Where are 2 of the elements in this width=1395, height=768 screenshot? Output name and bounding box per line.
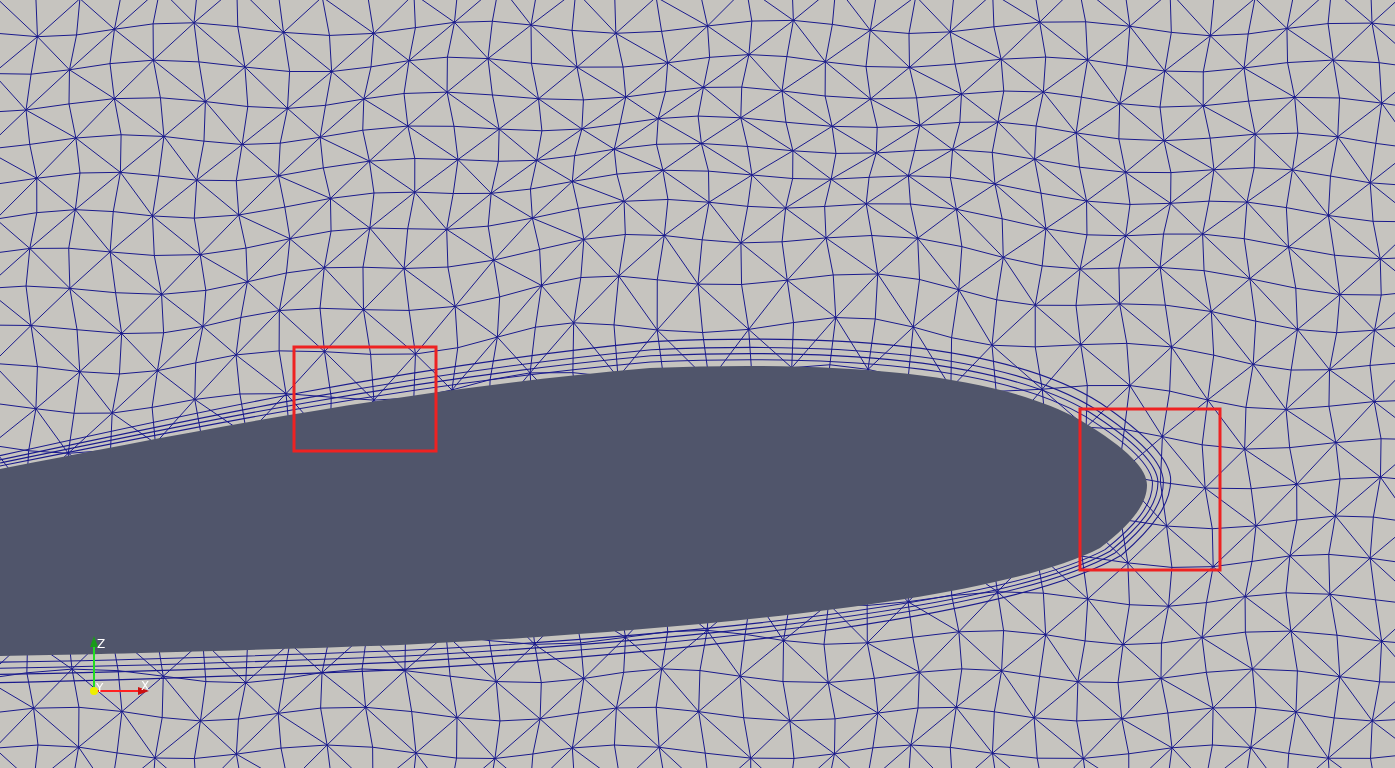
z-axis-label: Z bbox=[97, 637, 106, 651]
origin-icon bbox=[90, 687, 98, 695]
